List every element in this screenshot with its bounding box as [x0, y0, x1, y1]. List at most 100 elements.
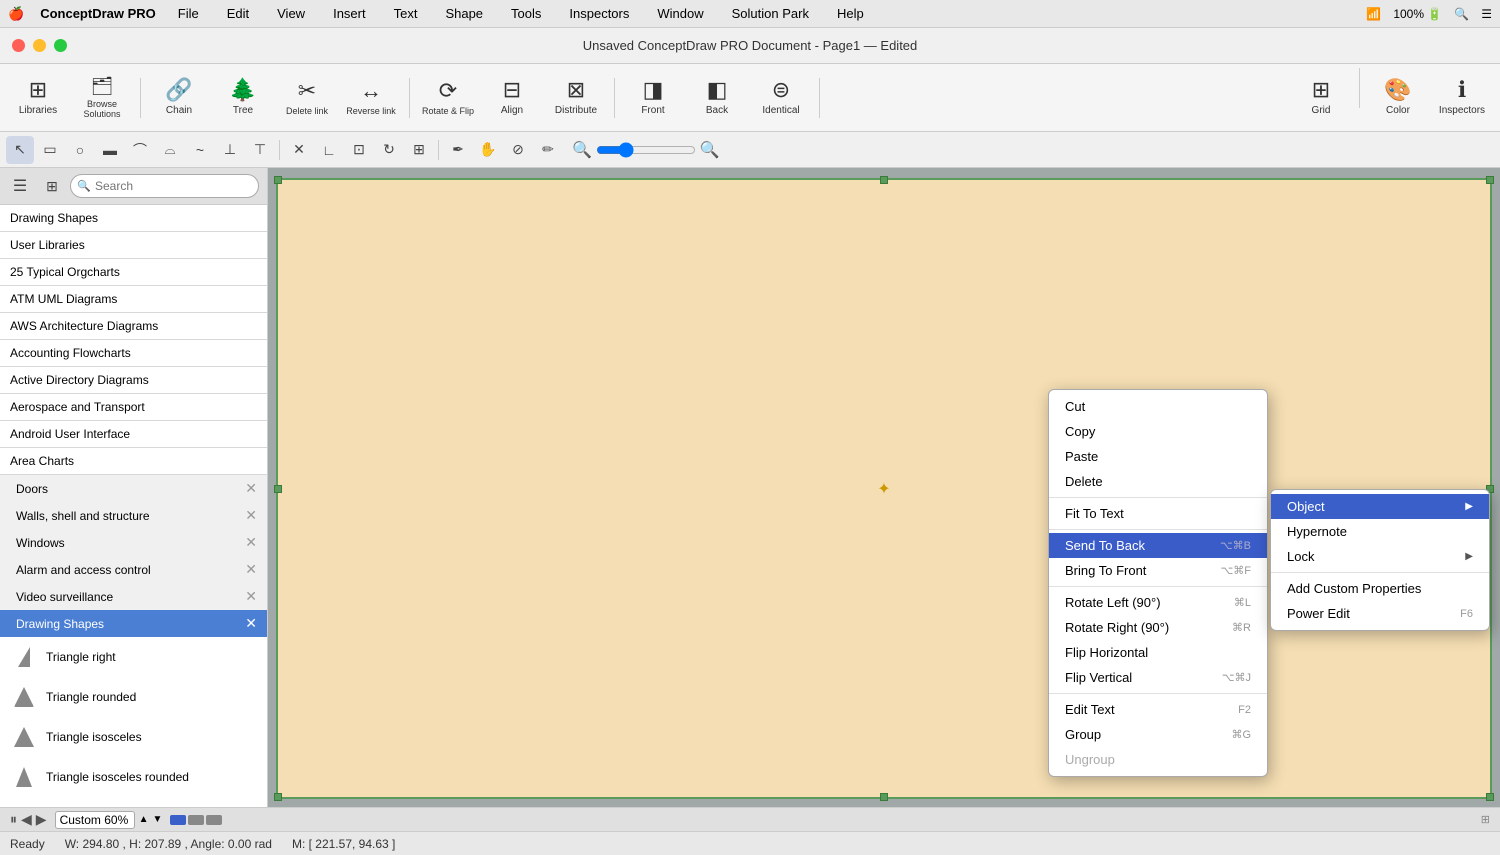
tool-link-cross[interactable]: ✕ [285, 136, 313, 164]
shape-item-tri-iso[interactable]: Triangle isosceles [0, 717, 267, 757]
menu-insert[interactable]: Insert [327, 4, 372, 23]
menu-window[interactable]: Window [651, 4, 709, 23]
menu-power-edit[interactable]: Power Edit F6 [1271, 601, 1489, 626]
menu-ungroup[interactable]: Ungroup [1049, 747, 1267, 772]
tool-bezier[interactable]: ~ [186, 136, 214, 164]
menu-solution-park[interactable]: Solution Park [726, 4, 815, 23]
toolbar-grid[interactable]: ⊞ Grid [1291, 68, 1351, 128]
handle-tl[interactable] [274, 176, 282, 184]
sidebar-item-accounting[interactable]: Accounting Flowcharts [0, 340, 267, 367]
sidebar-cat-drawing-shapes-close[interactable]: ✕ [245, 615, 257, 632]
toolbar-rotate-flip[interactable]: ⟳ Rotate & Flip [418, 68, 478, 128]
sidebar-item-atm-uml[interactable]: ATM UML Diagrams [0, 286, 267, 313]
sidebar-item-area-charts[interactable]: Area Charts [0, 448, 267, 475]
toolbar-inspectors[interactable]: ℹ Inspectors [1432, 68, 1492, 128]
pause-button[interactable]: ⏸ [10, 811, 17, 828]
tool-rotate[interactable]: ↻ [375, 136, 403, 164]
toolbar-reverse-link[interactable]: ↔ Reverse link [341, 68, 401, 128]
menu-hypernote[interactable]: Hypernote [1271, 519, 1489, 544]
toolbar-delete-link[interactable]: ✂ Delete link [277, 68, 337, 128]
tool-fill[interactable]: ⊘ [504, 136, 532, 164]
tool-link-angle[interactable]: ∟ [315, 136, 343, 164]
menu-group[interactable]: Group ⌘G [1049, 722, 1267, 747]
tool-text-block[interactable]: ▬ [96, 136, 124, 164]
menu-rotate-right[interactable]: Rotate Right (90°) ⌘R [1049, 615, 1267, 640]
toolbar-browse-solutions[interactable]: 🗂 Browse Solutions [72, 68, 132, 128]
sidebar-item-aerospace[interactable]: Aerospace and Transport [0, 394, 267, 421]
shape-item-rectangle[interactable]: Rectangle [0, 797, 267, 807]
handle-bc[interactable] [880, 793, 888, 801]
menu-object[interactable]: Object ▶ [1271, 494, 1489, 519]
tool-curve[interactable]: ⌒ [126, 136, 154, 164]
menu-help[interactable]: Help [831, 4, 870, 23]
toolbar-tree[interactable]: 🌲 Tree [213, 68, 273, 128]
tool-pencil[interactable]: ✏ [534, 136, 562, 164]
menu-fit-to-text[interactable]: Fit To Text [1049, 501, 1267, 526]
handle-br[interactable] [1486, 793, 1494, 801]
sidebar-item-aws[interactable]: AWS Architecture Diagrams [0, 313, 267, 340]
menu-rotate-left[interactable]: Rotate Left (90°) ⌘L [1049, 590, 1267, 615]
toolbar-back[interactable]: ◧ Back [687, 68, 747, 128]
menu-edit[interactable]: Edit [221, 4, 255, 23]
sidebar-cat-windows-close[interactable]: ✕ [245, 534, 257, 551]
apple-menu[interactable]: 🍎 [8, 6, 24, 22]
tool-pen[interactable]: ✒ [444, 136, 472, 164]
toolbar-distribute[interactable]: ⊠ Distribute [546, 68, 606, 128]
handle-tr[interactable] [1486, 176, 1494, 184]
menu-edit-text[interactable]: Edit Text F2 [1049, 697, 1267, 722]
sidebar-cat-windows[interactable]: Windows ✕ [0, 529, 267, 556]
sidebar-list-view[interactable]: ☰ [6, 172, 34, 200]
sidebar-cat-doors[interactable]: Doors ✕ [0, 475, 267, 502]
tool-resize[interactable]: ⊡ [345, 136, 373, 164]
tool-ellipse[interactable]: ○ [66, 136, 94, 164]
sidebar-cat-walls-close[interactable]: ✕ [245, 507, 257, 524]
shape-item-tri-rounded[interactable]: Triangle rounded [0, 677, 267, 717]
sidebar-search-input[interactable] [70, 174, 259, 198]
toolbar-align[interactable]: ⊟ Align [482, 68, 542, 128]
menu-shape[interactable]: Shape [439, 4, 489, 23]
sidebar-cat-doors-close[interactable]: ✕ [245, 480, 257, 497]
menu-cut[interactable]: Cut [1049, 394, 1267, 419]
tool-arc[interactable]: ⌓ [156, 136, 184, 164]
sidebar-item-active-directory[interactable]: Active Directory Diagrams [0, 367, 267, 394]
menu-bring-to-front[interactable]: Bring To Front ⌥⌘F [1049, 558, 1267, 583]
menu-view[interactable]: View [271, 4, 311, 23]
sidebar-cat-video-close[interactable]: ✕ [245, 588, 257, 605]
zoom-stepper-down[interactable]: ▼ [152, 814, 162, 825]
sidebar-cat-video[interactable]: Video surveillance ✕ [0, 583, 267, 610]
handle-tc[interactable] [880, 176, 888, 184]
menu-text[interactable]: Text [388, 4, 424, 23]
shape-item-tri-right[interactable]: Triangle right [0, 637, 267, 677]
menu-flip-horizontal[interactable]: Flip Horizontal [1049, 640, 1267, 665]
menu-flip-vertical[interactable]: Flip Vertical ⌥⌘J [1049, 665, 1267, 690]
tool-hand[interactable]: ✋ [474, 136, 502, 164]
sidebar-item-android[interactable]: Android User Interface [0, 421, 267, 448]
sidebar-item-user-libraries[interactable]: User Libraries [0, 232, 267, 259]
maximize-button[interactable] [54, 39, 67, 52]
page-1-indicator[interactable] [170, 815, 186, 825]
zoom-stepper-up[interactable]: ▲ [139, 814, 149, 825]
prev-page-button[interactable]: ◀ [21, 811, 32, 828]
sidebar-cat-drawing-shapes[interactable]: Drawing Shapes ✕ [0, 610, 267, 637]
menu-delete[interactable]: Delete [1049, 469, 1267, 494]
menu-paste[interactable]: Paste [1049, 444, 1267, 469]
shape-item-tri-iso-round[interactable]: Triangle isosceles rounded [0, 757, 267, 797]
toolbar-front[interactable]: ◨ Front [623, 68, 683, 128]
menu-copy[interactable]: Copy [1049, 419, 1267, 444]
tool-rectangle[interactable]: ▭ [36, 136, 64, 164]
sidebar-cat-alarm[interactable]: Alarm and access control ✕ [0, 556, 267, 583]
tool-connector-v[interactable]: ⊥ [216, 136, 244, 164]
menu-lock[interactable]: Lock ▶ [1271, 544, 1489, 569]
page-3-indicator[interactable] [206, 815, 222, 825]
page-2-indicator[interactable] [188, 815, 204, 825]
menu-send-to-back[interactable]: Send To Back ⌥⌘B [1049, 533, 1267, 558]
next-page-button[interactable]: ▶ [36, 811, 47, 828]
menu-inspectors[interactable]: Inspectors [563, 4, 635, 23]
menu-file[interactable]: File [172, 4, 205, 23]
sidebar-grid-view[interactable]: ⊞ [38, 172, 66, 200]
zoom-input[interactable] [55, 811, 135, 829]
sidebar-cat-alarm-close[interactable]: ✕ [245, 561, 257, 578]
tool-crop[interactable]: ⊞ [405, 136, 433, 164]
tool-select[interactable]: ↖ [6, 136, 34, 164]
zoom-slider[interactable] [596, 142, 696, 158]
